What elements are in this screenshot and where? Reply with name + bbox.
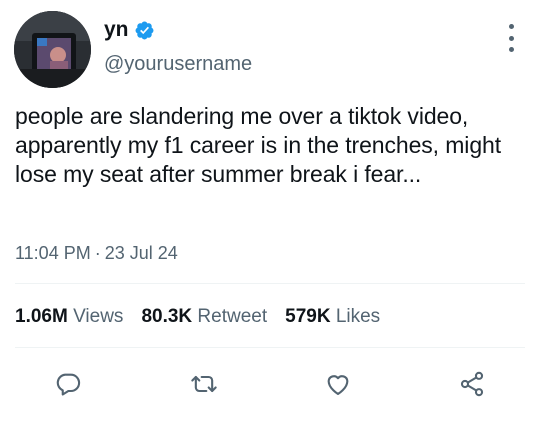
tweet-card: yn @yourusername people are slandering m… [0,0,540,421]
retweets-count: 80.3K [141,306,193,327]
more-vertical-icon-dot [508,24,514,29]
more-vertical-icon-dot [508,35,514,41]
reply-button[interactable] [52,368,84,400]
name-row: yn [104,17,155,43]
meta-separator: · [94,243,101,263]
verified-badge-icon [134,20,155,41]
tweet-stats: 1.06M Views 80.3K Retweet 579K Likes [15,306,398,328]
share-button[interactable] [456,368,488,400]
avatar[interactable] [14,11,91,88]
reply-icon [56,373,81,396]
views-count: 1.06M [15,306,68,327]
retweets-label: Retweet [197,306,268,327]
retweet-button[interactable] [188,368,220,400]
tweet-text: people are slandering me over a tiktok v… [15,103,501,187]
display-name[interactable]: yn [104,17,129,43]
action-bar [0,368,540,400]
views-stat[interactable]: 1.06M Views [15,306,123,328]
heart-icon [327,375,349,395]
likes-stat[interactable]: 579K Likes [285,306,380,328]
tweet-time: 11:04 PM [15,243,91,263]
likes-label: Likes [335,306,381,327]
more-vertical-icon-dot [508,47,514,52]
like-button[interactable] [322,368,354,400]
more-options-button[interactable] [503,24,519,52]
share-icon [460,371,484,397]
views-label: Views [73,306,124,327]
user-handle[interactable]: @yourusername [104,52,252,76]
tweet-timestamp[interactable]: 11:04 PM · 23 Jul 24 [15,242,178,264]
retweets-stat[interactable]: 80.3K Retweet [141,306,267,328]
likes-count: 579K [285,306,331,327]
divider [15,347,525,348]
tweet-date: 23 Jul 24 [104,243,178,263]
avatar-image [14,11,91,88]
divider [15,283,525,284]
retweet-icon [191,375,217,393]
